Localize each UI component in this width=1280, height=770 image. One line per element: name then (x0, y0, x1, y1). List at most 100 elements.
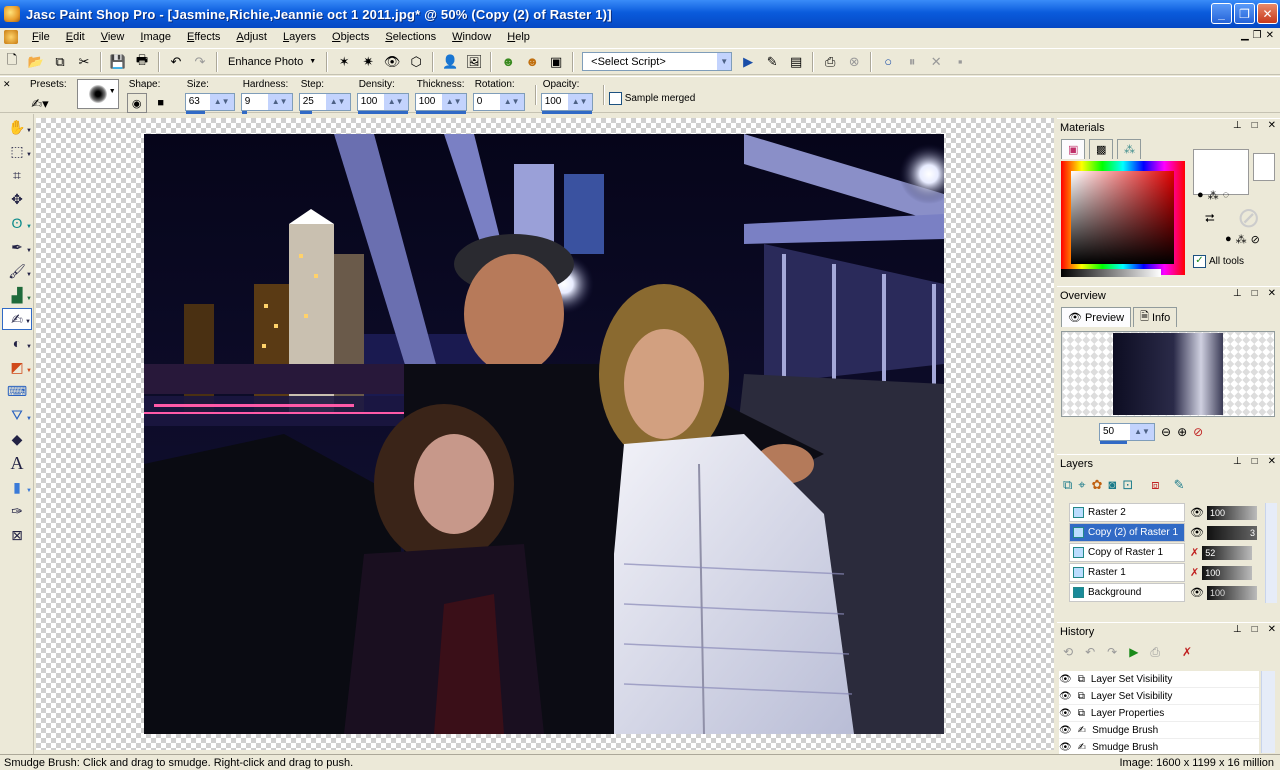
tab-frame[interactable]: ▣ (1061, 139, 1085, 159)
start-recording-icon[interactable]: ○ (877, 51, 899, 73)
zoom-input[interactable]: 50 ▲▼ (1099, 423, 1155, 444)
eraser-block-tool[interactable]: ◆ (2, 428, 32, 450)
dropper-tool[interactable]: ✒ ▼ (2, 236, 32, 258)
history-clear-icon[interactable]: ✗ (1182, 645, 1192, 660)
lasso-tool[interactable]: ʘ ▼ (2, 212, 32, 234)
layer-row[interactable]: Raster 1 (1069, 563, 1185, 582)
document-icon[interactable] (4, 30, 18, 44)
print-icon[interactable]: 🖶 (131, 51, 153, 73)
run-script-icon[interactable]: ▶ (737, 51, 759, 73)
new-art-media-layer-icon[interactable]: ✿ (1092, 477, 1103, 493)
history-redo-icon[interactable]: ↷ (1107, 645, 1117, 660)
visibility-eye-icon[interactable]: 👁 (1190, 526, 1204, 539)
history-item[interactable]: 👁 ⧉ Layer Set Visibility (1059, 671, 1259, 688)
spin-arrows-icon[interactable]: ▲▼ (567, 94, 592, 110)
layer-opacity-bar[interactable]: 52 (1202, 545, 1253, 560)
maximize-button[interactable]: ❐ (1234, 3, 1255, 24)
tab-swatches[interactable]: ⁂ (1117, 139, 1141, 159)
picture-tube-tool[interactable]: ⌨ (2, 380, 32, 402)
swap-colors-icon[interactable]: ⮂ (1205, 211, 1215, 226)
history-item[interactable]: 👁 ⧉ Layer Set Visibility (1059, 688, 1259, 705)
hidden-layer-icon[interactable]: ✗ (1190, 566, 1199, 579)
maximize-icon[interactable]: □ (1252, 120, 1258, 131)
save-recording-icon[interactable]: ▪ (949, 51, 971, 73)
landscape-icon[interactable]: 🖼 (463, 51, 485, 73)
rotation-input[interactable]: 0 ▲▼ (472, 93, 525, 111)
size-input[interactable]: 63 ▲▼ (184, 93, 235, 114)
save-icon[interactable]: 💾 (107, 51, 129, 73)
edit-script-icon[interactable]: ✎ (761, 51, 783, 73)
menu-image[interactable]: Image (132, 31, 179, 43)
pin-icon[interactable]: ⊥ (1233, 120, 1242, 131)
tab-info[interactable]: 🗎 Info (1133, 307, 1178, 327)
copy-icon[interactable]: ⧉ (49, 51, 71, 73)
overview-preview[interactable] (1061, 331, 1275, 417)
close-icon[interactable]: ✕ (1268, 624, 1276, 635)
move-tool[interactable]: ✥ (2, 188, 32, 210)
paint-brush-tool[interactable]: 🖌 ▼ (2, 260, 32, 282)
menu-adjust[interactable]: Adjust (228, 31, 275, 43)
hidden-layer-icon[interactable]: ✗ (1190, 546, 1199, 559)
history-item[interactable]: 👁 ✍ Smudge Brush (1059, 722, 1259, 739)
spin-arrows-icon[interactable]: ▲▼ (325, 94, 350, 110)
tab-preview[interactable]: 👁 Preview (1061, 307, 1132, 327)
menu-help[interactable]: Help (499, 31, 538, 43)
doc-restore-icon[interactable]: ❐ (1253, 30, 1262, 41)
doc-minimize-icon[interactable]: ▁ (1241, 30, 1249, 41)
dodge-tool[interactable]: ◐ ▼ (2, 332, 32, 354)
maximize-icon[interactable]: □ (1252, 624, 1258, 635)
history-quickscript-icon[interactable]: ▶ (1129, 645, 1138, 660)
history-undo-icon[interactable]: ↶ (1085, 645, 1095, 660)
spin-arrows-icon[interactable]: ▲▼ (267, 94, 292, 110)
menu-selections[interactable]: Selections (377, 31, 444, 43)
layer-row[interactable]: Copy of Raster 1 (1069, 543, 1185, 562)
opacity-input[interactable]: 100 ▲▼ (540, 93, 593, 114)
history-step-back-icon[interactable]: ⟲ (1063, 645, 1073, 660)
orange-man-icon[interactable]: ☻ (521, 51, 543, 73)
image-canvas[interactable]: C (36, 118, 1054, 750)
eraser-tool[interactable]: ◩ ▼ (2, 356, 32, 378)
all-tools-checkbox[interactable]: ✓ All tools (1193, 255, 1244, 268)
new-file-icon[interactable]: 🗋 (1, 51, 23, 73)
spin-arrows-icon[interactable]: ▲▼ (209, 94, 234, 110)
undo-icon[interactable]: ↶ (165, 51, 187, 73)
fill-style-icons[interactable]: ● ⁂ ◌ (1197, 189, 1229, 202)
warp-tool[interactable]: ⊠ (2, 524, 32, 546)
close-icon[interactable]: ✕ (1268, 288, 1276, 299)
shape-tool[interactable]: ▮ ▼ (2, 476, 32, 498)
new-adjustment-layer-icon[interactable]: ⊡ (1122, 477, 1133, 493)
step-input[interactable]: 25 ▲▼ (298, 93, 351, 114)
zoom-out-icon[interactable]: ⊖ (1161, 425, 1171, 439)
spin-arrows-icon[interactable]: ▲▼ (383, 94, 408, 110)
script-window-icon[interactable]: ▤ (785, 51, 807, 73)
brush-tip-preview[interactable]: ▼ (76, 79, 119, 109)
layer-group-icon[interactable]: ⧈ (1151, 477, 1159, 493)
menu-view[interactable]: View (93, 31, 133, 43)
minimize-button[interactable]: _ (1211, 3, 1232, 24)
script-select[interactable]: <Select Script> ▼ (582, 52, 733, 71)
layers-scrollbar[interactable] (1265, 503, 1277, 603)
layer-opacity-bar[interactable]: 100 (1202, 565, 1253, 580)
history-item[interactable]: 👁 ⧉ Layer Properties (1059, 705, 1259, 722)
menu-layers[interactable]: Layers (275, 31, 324, 43)
new-raster-layer-icon[interactable]: ⧉ (1063, 477, 1072, 493)
background-swatch[interactable] (1253, 153, 1275, 181)
pen-tool[interactable]: ✑ (2, 500, 32, 522)
cancel-script-icon[interactable]: ⊗ (843, 51, 865, 73)
smudge-tool[interactable]: ✍ ▼ (2, 308, 32, 330)
menu-file[interactable]: File (24, 31, 58, 43)
history-save-script-icon[interactable]: ⎙ (1150, 645, 1160, 660)
spin-arrows-icon[interactable]: ▲▼ (441, 94, 466, 110)
record-script-icon[interactable]: ⎙ (819, 51, 841, 73)
red-eye-icon[interactable]: 👁 (381, 51, 403, 73)
tab-rainbow[interactable]: ▩ (1089, 139, 1113, 159)
open-file-icon[interactable]: 📂 (25, 51, 47, 73)
cut-icon[interactable]: ✂ (73, 51, 95, 73)
spin-arrows-icon[interactable]: ▲▼ (499, 94, 524, 110)
new-vector-layer-icon[interactable]: ⌖ (1078, 477, 1085, 493)
menu-window[interactable]: Window (444, 31, 499, 43)
density-input[interactable]: 100 ▲▼ (356, 93, 409, 114)
redo-icon[interactable]: ↷ (189, 51, 211, 73)
clarify-icon[interactable]: ✷ (357, 51, 379, 73)
visibility-eye-icon[interactable]: 👁 (1190, 506, 1204, 519)
